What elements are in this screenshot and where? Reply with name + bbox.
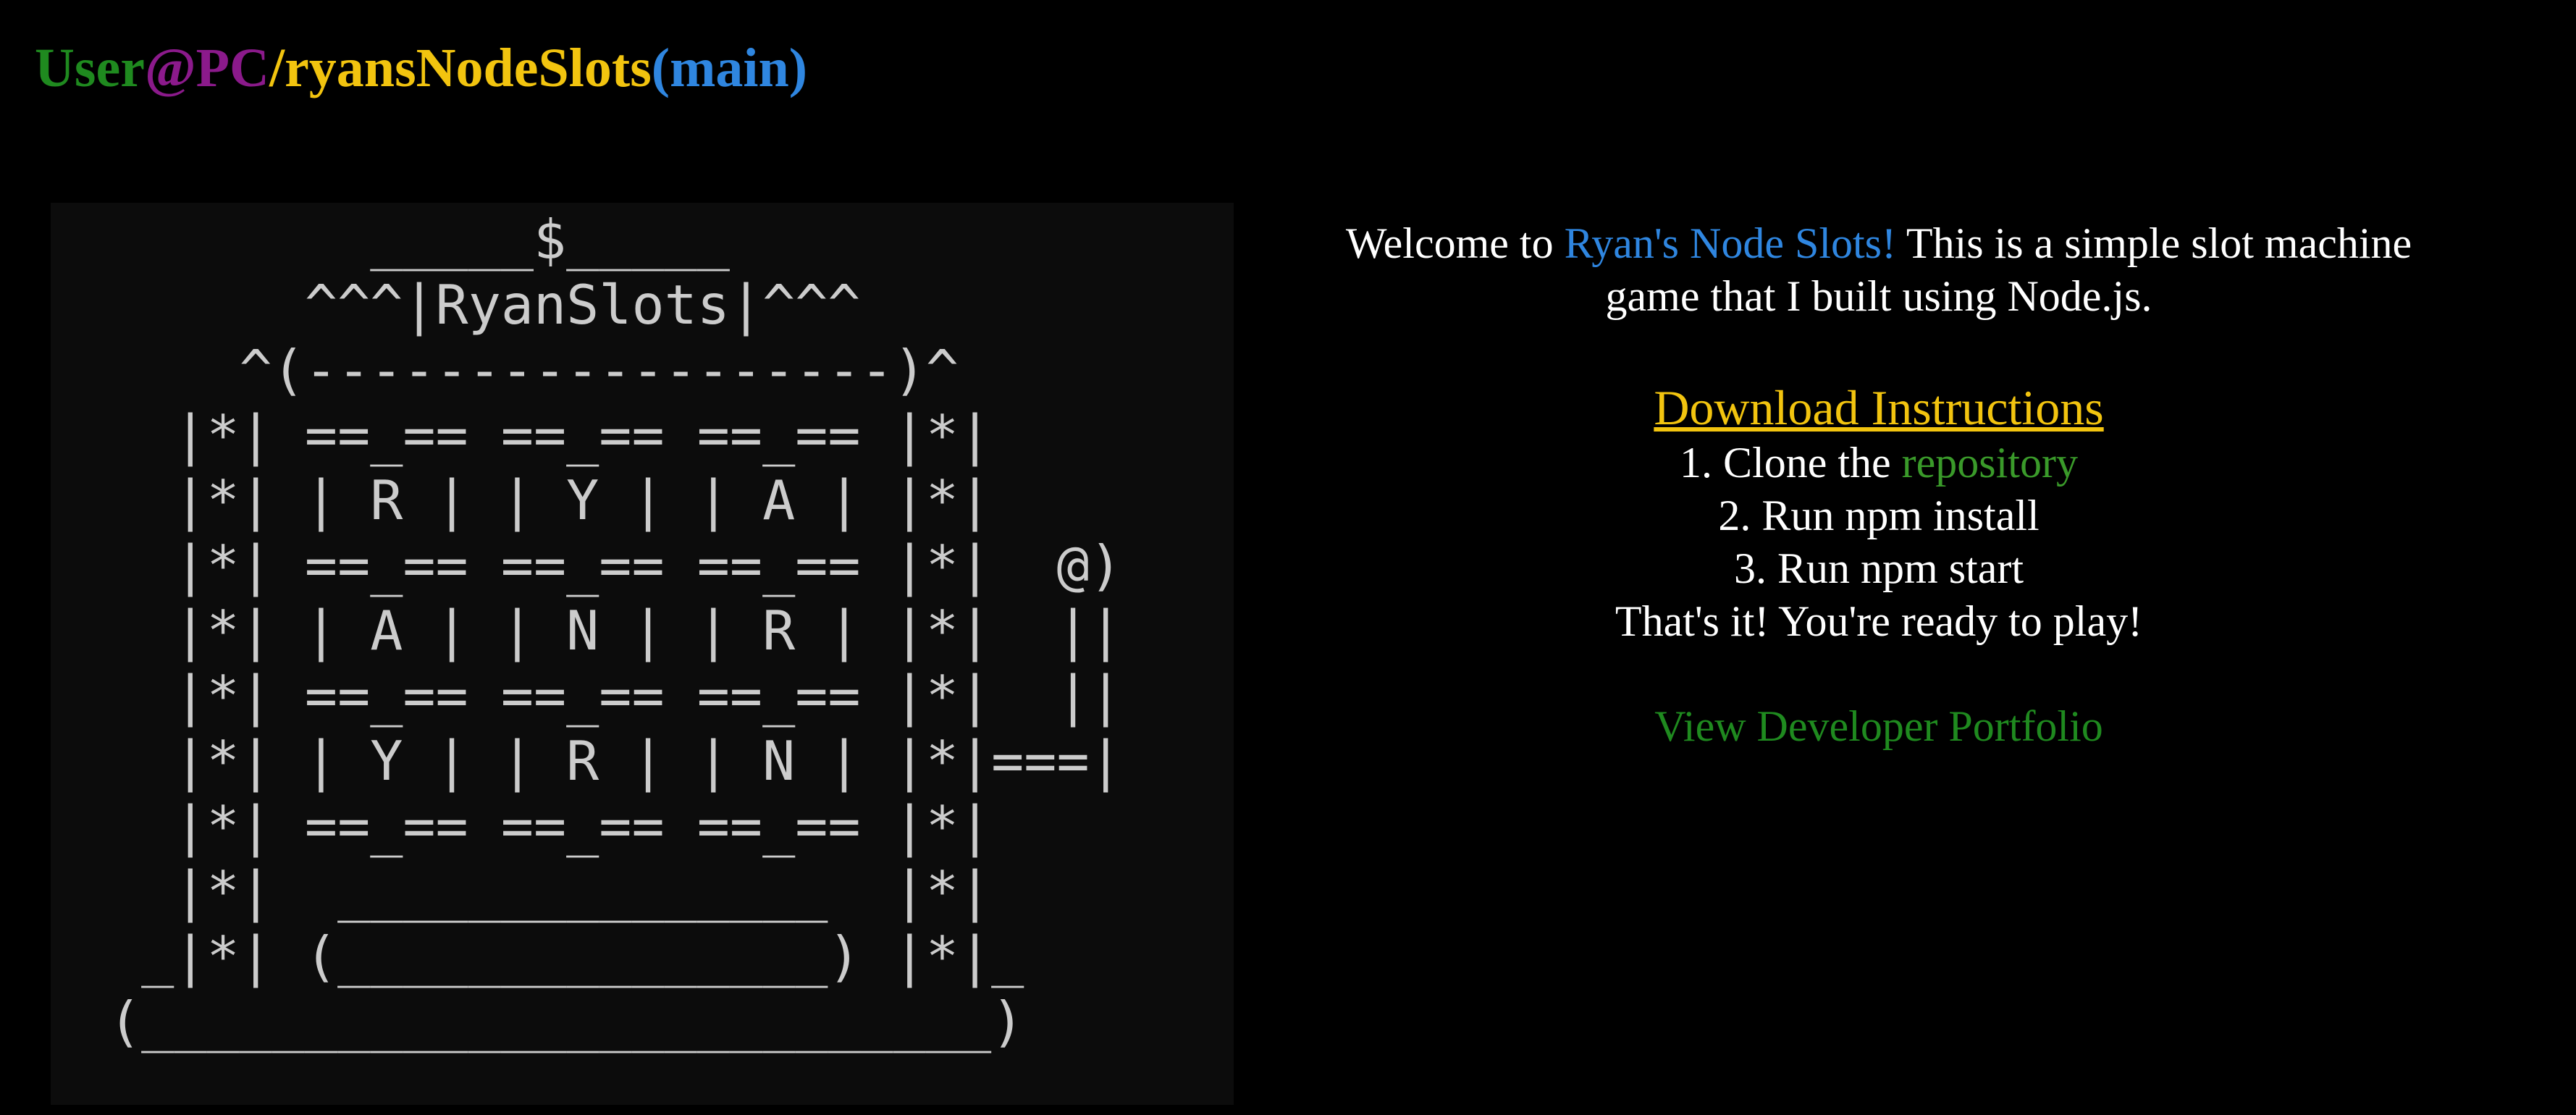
ascii-line: _|*| (_______________) |*|_: [109, 925, 1024, 988]
step1-text: 1. Clone the: [1680, 439, 1902, 487]
ascii-line: |*| ==_== ==_== ==_== |*| @): [109, 534, 1122, 597]
info-section: Welcome to Ryan's Node Slots! This is a …: [1296, 217, 2462, 753]
terminal-prompt: User@PC/ryansNodeSlots(main): [35, 29, 807, 107]
ascii-line: |*| ==_== ==_== ==_== |*|: [109, 403, 992, 467]
ascii-line: (__________________________): [109, 990, 1024, 1053]
ascii-line: |*| | Y | | R | | N | |*|===|: [109, 729, 1122, 793]
closing-text: That's it! You're ready to play!: [1615, 597, 2143, 645]
welcome-prefix: Welcome to: [1345, 219, 1565, 267]
ascii-line: ^(------------------)^: [109, 338, 959, 402]
welcome-suffix: This is a simple slot machine: [1896, 219, 2412, 267]
step-clone: 1. Clone the repository: [1296, 437, 2462, 489]
ascii-slot-machine-art: _____$_____ ^^^|RyanSlots|^^^ ^(--------…: [109, 207, 1122, 1054]
prompt-path: /ryansNodeSlots: [269, 38, 652, 98]
prompt-host: @PC: [144, 38, 269, 98]
ascii-line: |*| ==_== ==_== ==_== |*|: [109, 794, 992, 858]
ascii-line: _____$_____: [109, 208, 730, 272]
ascii-line: ^^^|RyanSlots|^^^: [109, 273, 861, 337]
developer-portfolio-link[interactable]: View Developer Portfolio: [1654, 702, 2103, 750]
ascii-slot-machine-panel: _____$_____ ^^^|RyanSlots|^^^ ^(--------…: [51, 203, 1234, 1105]
download-instructions-heading[interactable]: Download Instructions: [1654, 379, 2103, 436]
welcome-text: Welcome to Ryan's Node Slots! This is a …: [1296, 217, 2462, 323]
app-name: Ryan's Node Slots!: [1564, 219, 1896, 267]
prompt-branch: (main): [651, 38, 808, 98]
step-install: 2. Run npm install: [1718, 492, 2040, 539]
prompt-user: User: [35, 38, 145, 98]
ascii-line: |*| _______________ |*|: [109, 859, 992, 923]
repository-link[interactable]: repository: [1902, 439, 2078, 487]
ascii-line: |*| | R | | Y | | A | |*|: [109, 468, 992, 532]
ascii-line: |*| | A | | N | | R | |*| ||: [109, 599, 1122, 662]
step-start: 3. Run npm start: [1734, 544, 2024, 592]
welcome-line2: game that I built using Node.js.: [1605, 272, 2152, 320]
ascii-line: |*| ==_== ==_== ==_== |*| ||: [109, 664, 1122, 728]
